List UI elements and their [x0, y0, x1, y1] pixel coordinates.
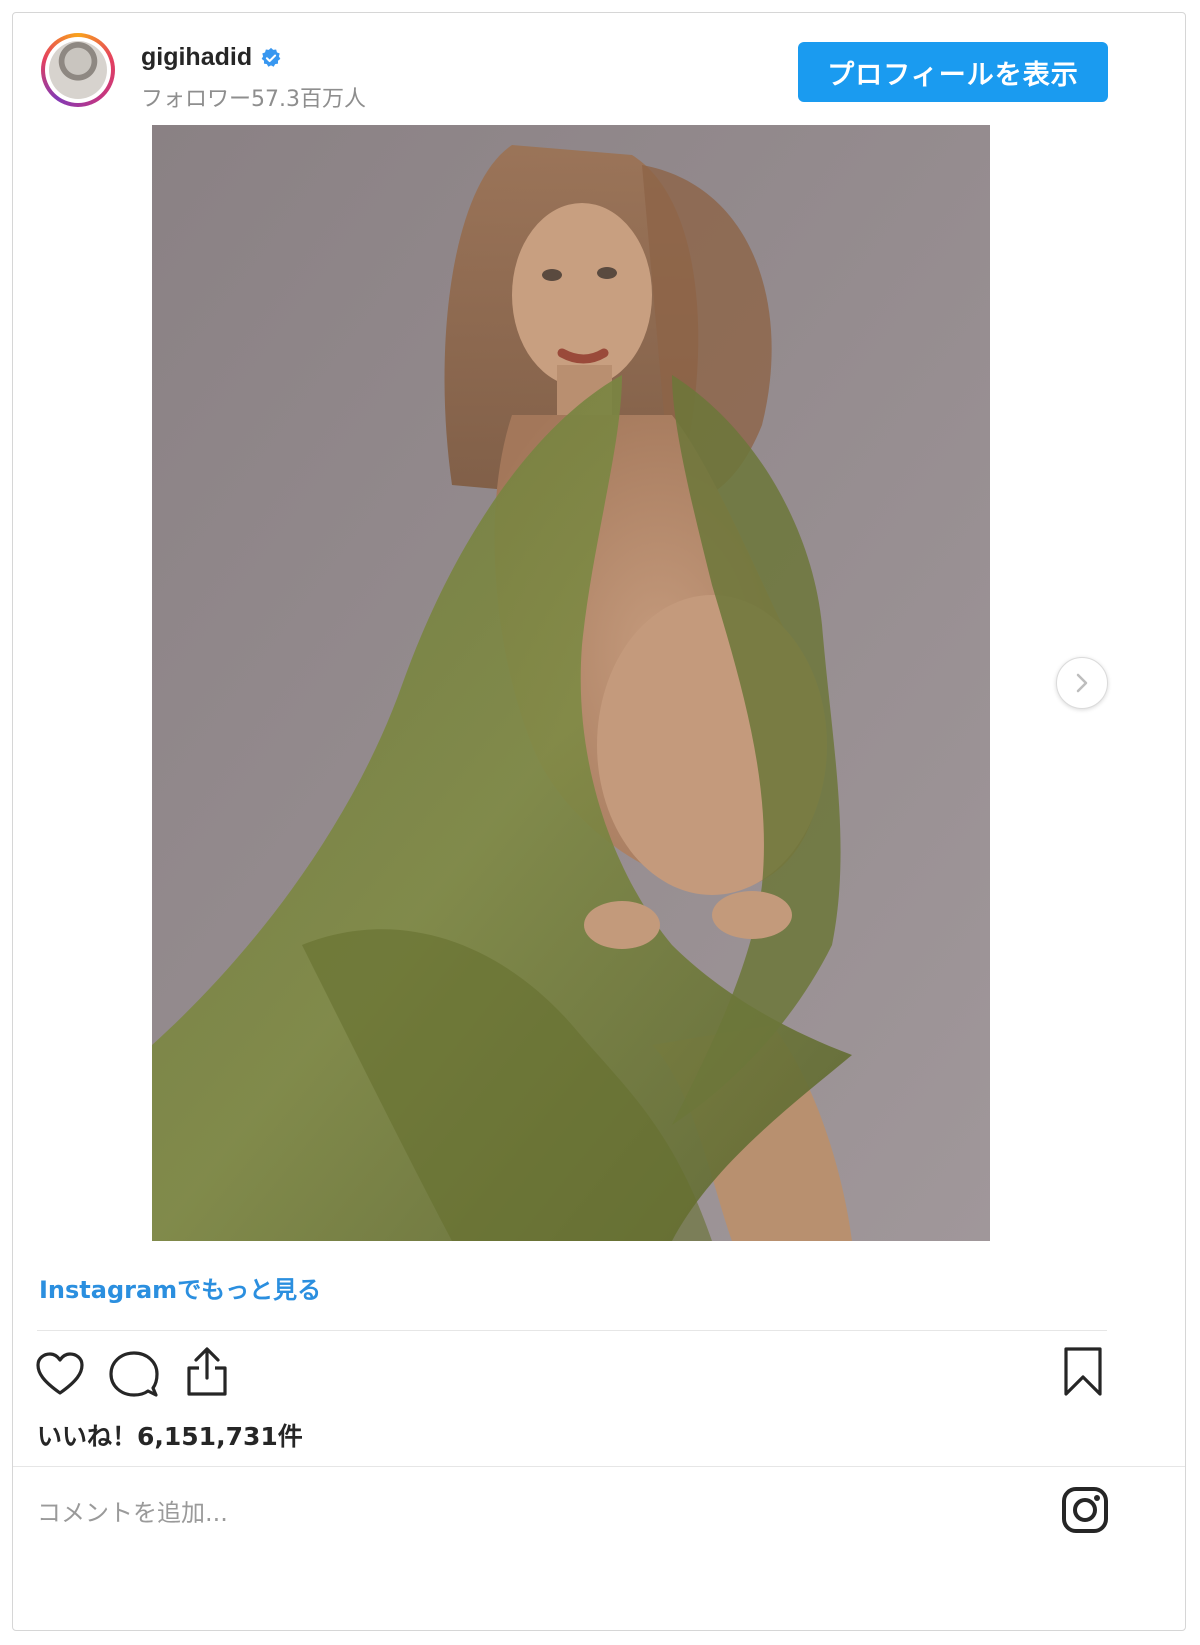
instagram-embed-card: gigihadid フォロワー57.3百万人 プロフィールを表示 Instagr… — [12, 12, 1186, 1631]
avatar-frame — [45, 37, 111, 103]
comment-icon[interactable] — [109, 1350, 159, 1398]
next-photo-button[interactable] — [1056, 657, 1108, 709]
username-row: gigihadid — [141, 43, 282, 72]
share-icon[interactable] — [183, 1346, 231, 1398]
bookmark-icon[interactable] — [1062, 1346, 1104, 1398]
follower-count: フォロワー57.3百万人 — [141, 87, 366, 112]
chevron-right-icon — [1076, 673, 1088, 693]
view-more-on-instagram-link[interactable]: Instagramでもっと見る — [39, 1270, 321, 1305]
heart-icon[interactable] — [35, 1351, 85, 1397]
username[interactable]: gigihadid — [141, 43, 252, 72]
divider — [13, 1466, 1185, 1467]
post-photo[interactable] — [152, 125, 990, 1241]
instagram-icon[interactable] — [1061, 1486, 1109, 1534]
view-profile-button[interactable]: プロフィールを表示 — [798, 42, 1108, 102]
avatar[interactable] — [41, 33, 115, 107]
avatar-image — [49, 41, 107, 99]
verified-icon — [261, 47, 281, 67]
photo-illustration — [152, 125, 990, 1241]
like-count: いいね！6,151,731件 — [37, 1422, 303, 1451]
divider — [37, 1330, 1107, 1331]
add-comment-input[interactable] — [37, 1491, 937, 1535]
